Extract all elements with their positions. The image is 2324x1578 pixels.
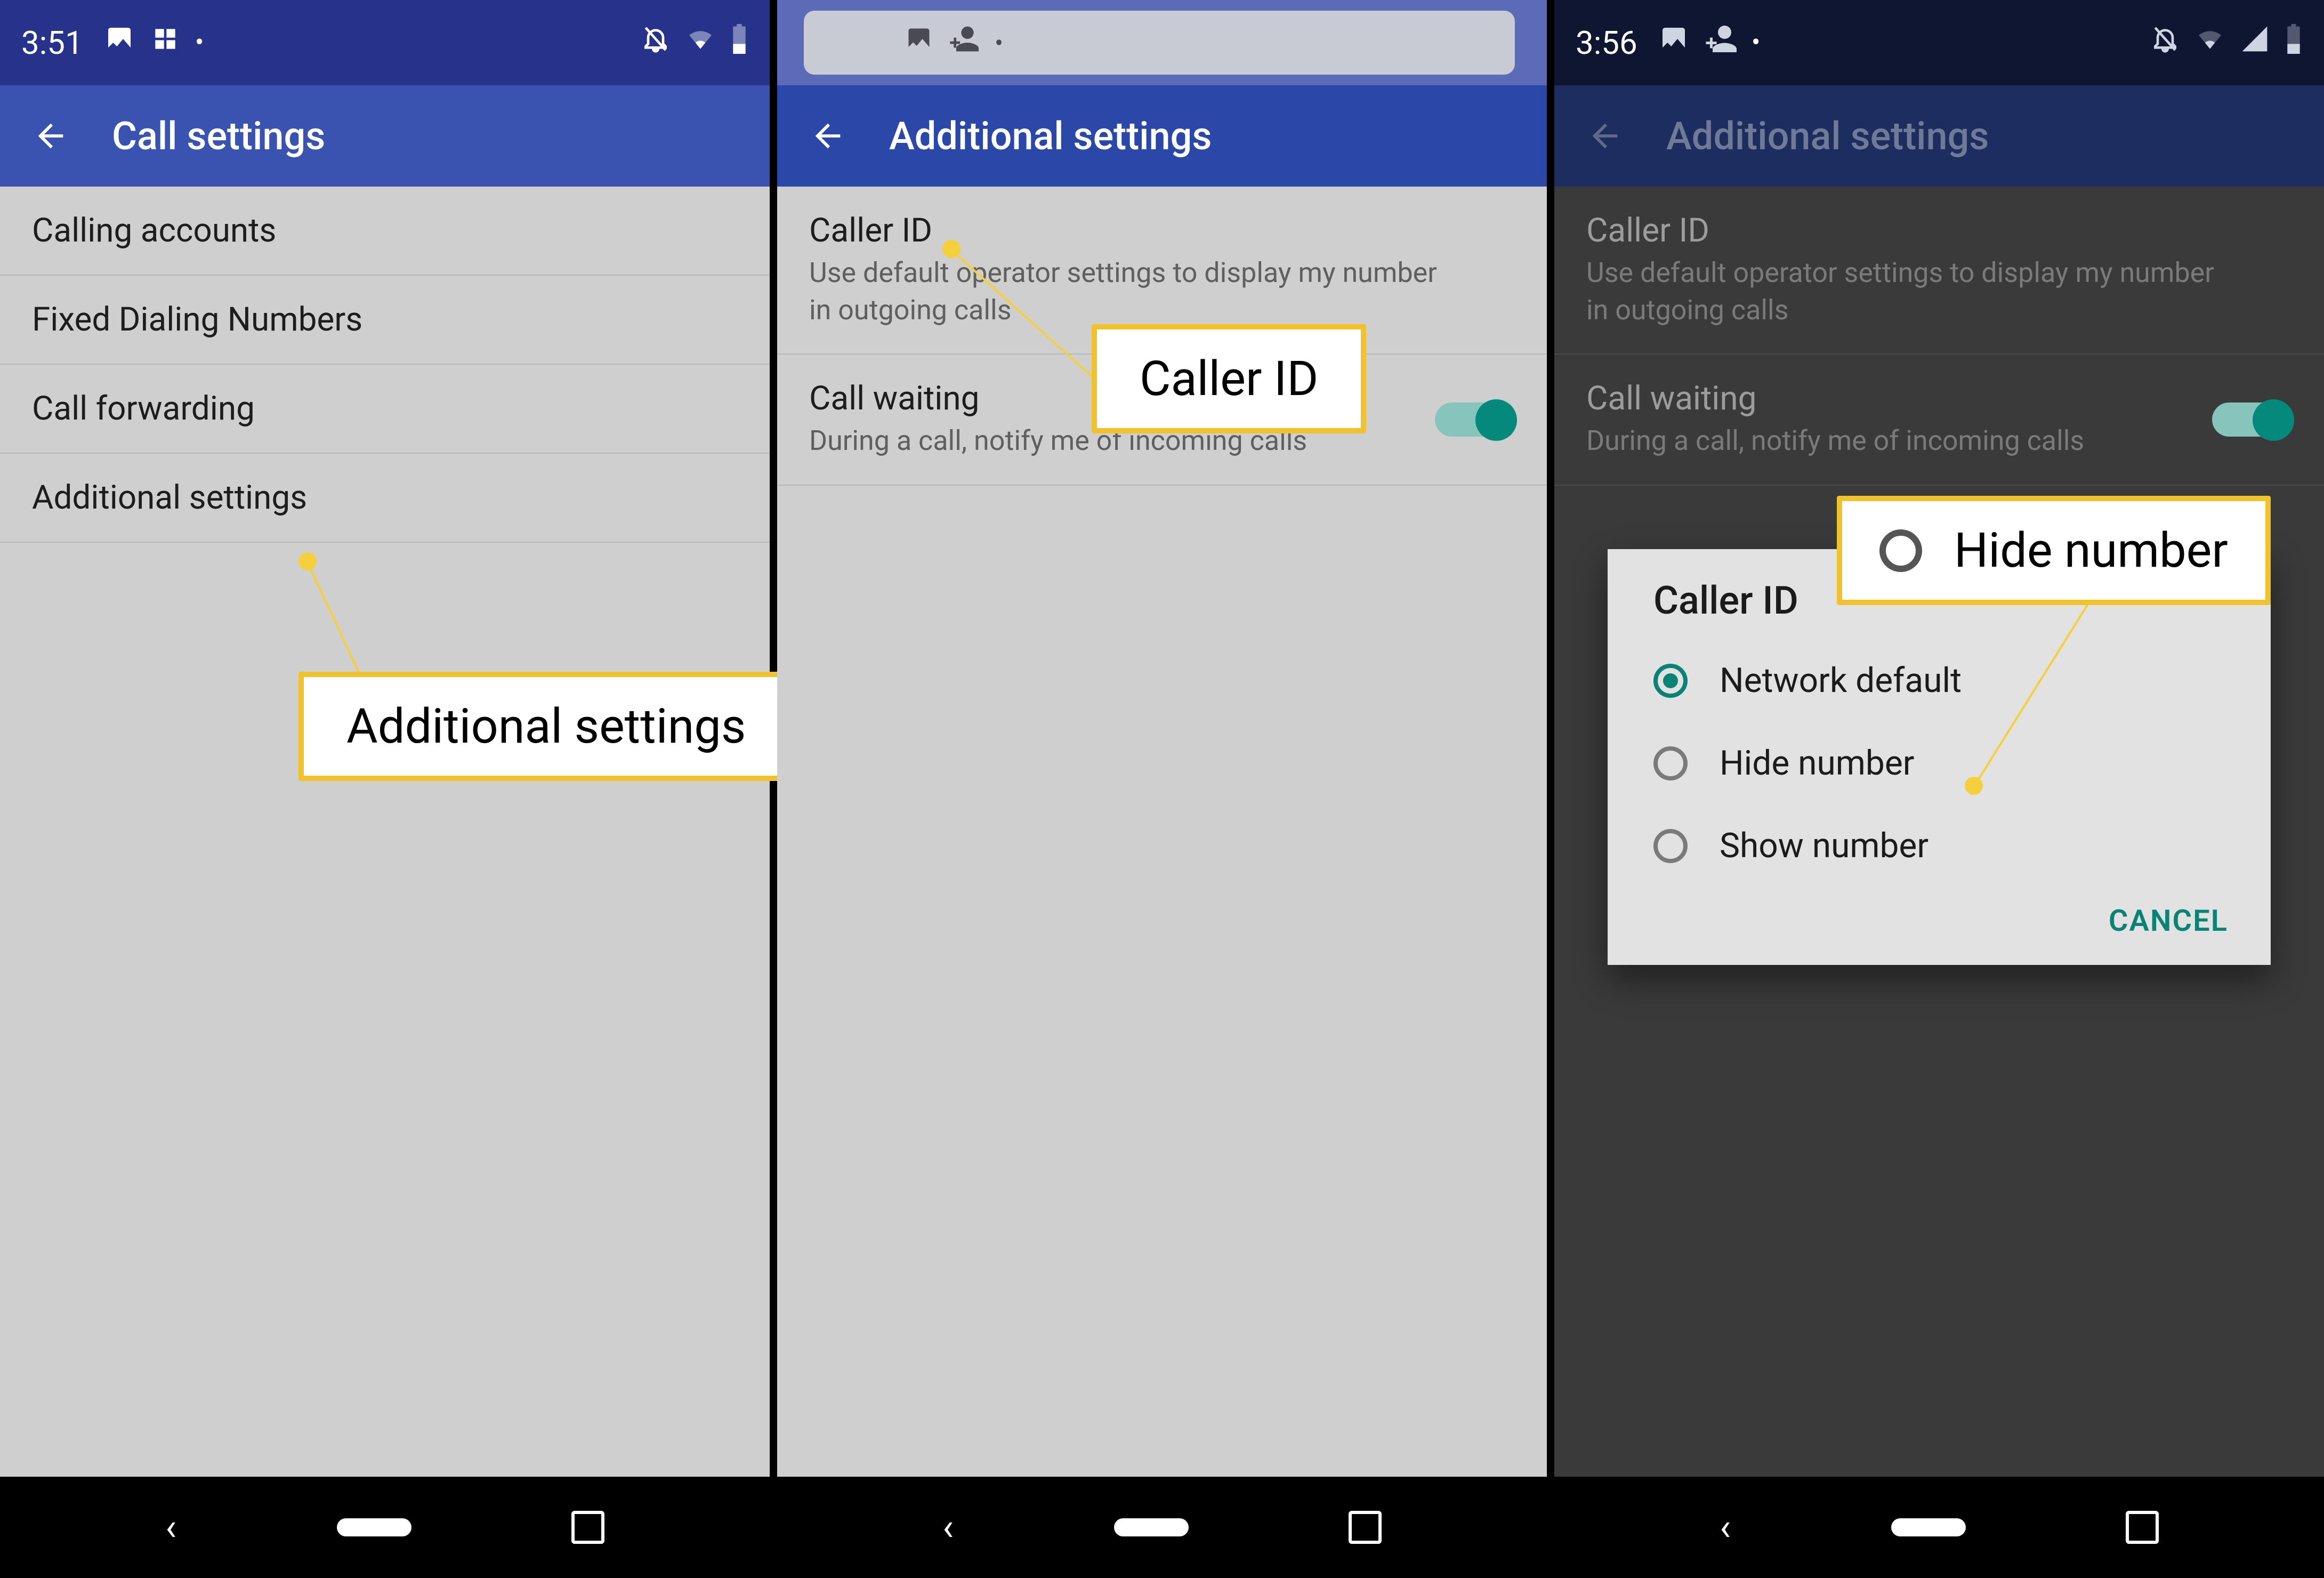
battery-icon: [730, 24, 748, 62]
radio-icon: [1653, 664, 1688, 698]
dot-icon: •: [195, 27, 204, 58]
nav-back-icon[interactable]: ‹: [1720, 1505, 1731, 1549]
photo-icon: [1659, 24, 1689, 62]
dnd-icon: [641, 24, 671, 62]
nav-recent-icon[interactable]: [1349, 1511, 1382, 1544]
nav-bar: ‹: [1554, 1477, 2324, 1578]
nav-recent-icon[interactable]: [571, 1511, 604, 1544]
status-bar: 3:51 •: [0, 0, 770, 85]
wifi-icon: [2195, 24, 2225, 62]
row-sublabel: Use default operator settings to display…: [1586, 254, 2226, 329]
nav-home-icon[interactable]: [1891, 1518, 1966, 1536]
action-bar: Additional settings: [777, 85, 1547, 187]
page-title: Call settings: [112, 114, 325, 159]
battery-icon: [2285, 24, 2303, 62]
row-sublabel: During a call, notify me of incoming cal…: [1586, 422, 2212, 460]
row-label: Call waiting: [1586, 379, 2212, 418]
row-call-forwarding[interactable]: Call forwarding: [0, 365, 770, 454]
action-bar: Call settings: [0, 85, 770, 187]
callout-hide-number: Hide number: [1837, 496, 2271, 605]
back-icon[interactable]: [32, 117, 69, 155]
nav-home-icon[interactable]: [1114, 1518, 1189, 1536]
settings-list: Calling accounts Fixed Dialing Numbers C…: [0, 187, 770, 1477]
cancel-button[interactable]: CANCEL: [2109, 903, 2228, 938]
row-fixed-dialing[interactable]: Fixed Dialing Numbers: [0, 276, 770, 365]
nav-bar: ‹: [0, 1477, 770, 1578]
option-label: Network default: [1720, 661, 1962, 701]
callout-caller-id: Caller ID: [1092, 324, 1366, 433]
option-network-default[interactable]: Network default: [1608, 639, 2271, 722]
nav-recent-icon[interactable]: [2126, 1511, 2159, 1544]
back-icon[interactable]: [809, 117, 846, 155]
callout-additional-settings: Additional settings: [298, 672, 794, 781]
nav-home-icon[interactable]: [337, 1518, 411, 1536]
screen-caller-id-dialog: 3:56 • Additional settings Caller ID Use…: [1554, 0, 2324, 1578]
photo-icon: [905, 25, 933, 60]
row-call-waiting: Call waiting During a call, notify me of…: [1554, 355, 2324, 485]
option-hide-number[interactable]: Hide number: [1608, 722, 2271, 804]
option-label: Hide number: [1720, 743, 1914, 783]
row-calling-accounts[interactable]: Calling accounts: [0, 187, 770, 276]
radio-icon: [1653, 746, 1688, 780]
row-label: Caller ID: [809, 211, 1515, 250]
wifi-icon: [685, 24, 715, 62]
radio-icon: [1653, 829, 1688, 863]
callout-label: Caller ID: [1140, 351, 1318, 407]
row-label: Fixed Dialing Numbers: [32, 300, 738, 339]
row-label: Caller ID: [1586, 211, 2292, 250]
nav-bar: ‹: [777, 1477, 1547, 1578]
dot-icon: •: [1752, 27, 1761, 58]
app-icon: [150, 24, 180, 62]
row-sublabel: Use default operator settings to display…: [809, 254, 1449, 329]
person-add-icon: [1705, 23, 1737, 63]
screen-additional-settings: • Additional settings Caller ID Use defa…: [777, 0, 1554, 1578]
photo-icon: [104, 24, 134, 62]
toggle-switch: [2212, 402, 2292, 437]
status-clock: 3:51: [21, 24, 83, 62]
status-bar: 3:56 •: [1554, 0, 2324, 85]
row-caller-id: Caller ID Use default operator settings …: [1554, 187, 2324, 355]
screen-call-settings: 3:51 • Call settings Calling accounts Fi…: [0, 0, 777, 1578]
page-title: Additional settings: [889, 114, 1212, 159]
nav-back-icon[interactable]: ‹: [942, 1505, 954, 1549]
radio-icon: [1879, 529, 1922, 572]
dnd-icon: [2150, 24, 2180, 62]
highlight-dot: [298, 552, 317, 570]
callout-label: Additional settings: [346, 698, 746, 754]
callout-label: Hide number: [1954, 522, 2228, 578]
row-label: Calling accounts: [32, 211, 738, 250]
dot-icon: •: [995, 28, 1003, 58]
signal-icon: [2240, 24, 2270, 62]
row-additional-settings[interactable]: Additional settings: [0, 454, 770, 543]
row-label: Additional settings: [32, 478, 738, 517]
option-label: Show number: [1720, 826, 1928, 866]
page-title: Additional settings: [1666, 114, 1989, 159]
status-clock: 3:56: [1576, 24, 1637, 62]
action-bar: Additional settings: [1554, 85, 2324, 187]
person-add-icon: [949, 24, 979, 61]
back-icon: [1586, 117, 1624, 155]
toggle-switch[interactable]: [1435, 402, 1515, 437]
status-bar: •: [777, 0, 1547, 85]
option-show-number[interactable]: Show number: [1608, 804, 2271, 887]
row-label: Call forwarding: [32, 389, 738, 428]
status-pill: •: [804, 11, 1515, 75]
caller-id-dialog: Caller ID Network default Hide number Sh…: [1608, 549, 2271, 965]
nav-back-icon[interactable]: ‹: [165, 1505, 176, 1549]
